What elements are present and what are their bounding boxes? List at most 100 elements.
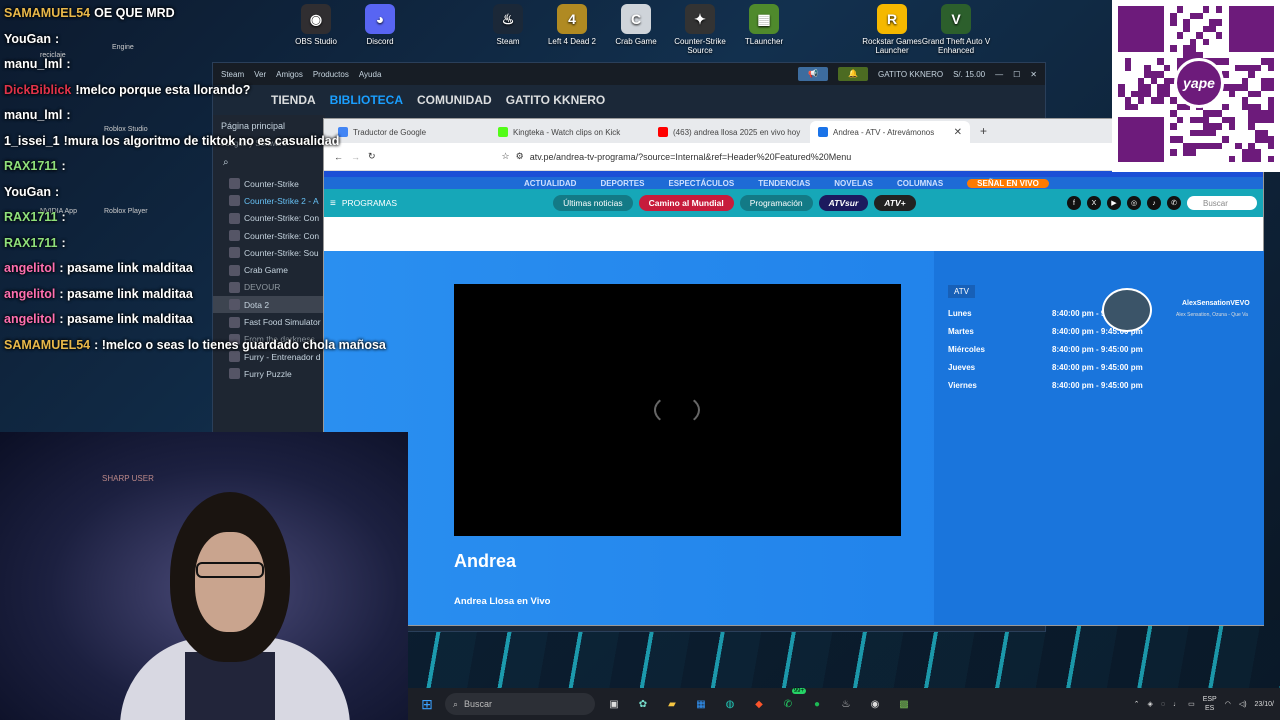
bookmark-icon[interactable]: ☆ bbox=[502, 151, 510, 162]
desktop-small-label[interactable]: Roblox Studio bbox=[104, 126, 148, 133]
steam-menu-productos[interactable]: Productos bbox=[313, 70, 349, 79]
programs-link[interactable]: PROGRAMAS bbox=[342, 198, 397, 208]
browser-tab[interactable]: Traductor de Google bbox=[330, 121, 490, 143]
browser-tab[interactable]: Kingteka - Watch clips on Kick bbox=[490, 121, 650, 143]
minimize-icon[interactable]: — bbox=[995, 70, 1003, 79]
library-game-item[interactable]: Fast Food Simulator bbox=[213, 313, 325, 330]
edge-icon[interactable]: ◍ bbox=[720, 694, 740, 714]
taskbar-search[interactable]: ⌕ Buscar bbox=[445, 693, 595, 715]
desktop-icon-discord[interactable]: ◕ Discord bbox=[344, 0, 416, 46]
pill-programacion[interactable]: Programación bbox=[739, 195, 813, 211]
desktop-icon-steam[interactable]: ♨ Steam bbox=[472, 0, 544, 46]
volume-icon[interactable]: ◁) bbox=[1239, 700, 1247, 708]
facebook-icon[interactable]: f bbox=[1067, 196, 1081, 210]
chat-text: : bbox=[66, 108, 71, 122]
desktop-icon-rockstar[interactable]: R Rockstar Games Launcher bbox=[856, 0, 928, 55]
library-game-item[interactable]: Counter-Strike: Con bbox=[213, 227, 325, 244]
tray-display-icon[interactable]: ▭ bbox=[1188, 700, 1195, 708]
whatsapp-taskbar-icon[interactable]: ✆ 99+ bbox=[778, 688, 806, 714]
steam-menu-ayuda[interactable]: Ayuda bbox=[359, 70, 382, 79]
library-game-item[interactable]: Counter-Strike 2 - A bbox=[213, 192, 325, 209]
x-icon[interactable]: X bbox=[1087, 196, 1101, 210]
desktop-icon-crabgame[interactable]: C Crab Game bbox=[600, 0, 672, 46]
library-game-item[interactable]: Counter-Strike: Con bbox=[213, 210, 325, 227]
site-nav-item[interactable]: ACTUALIDAD bbox=[524, 179, 576, 188]
site-nav-item[interactable]: TENDENCIAS bbox=[758, 179, 810, 188]
desktop-icon-tlauncher[interactable]: ▦ TLauncher bbox=[728, 0, 800, 46]
store-icon[interactable]: ▦ bbox=[691, 694, 711, 714]
tray-app-icon[interactable]: ◈ bbox=[1148, 700, 1153, 708]
yape-qr-code: yape bbox=[1112, 0, 1280, 172]
nav-comunidad[interactable]: COMUNIDAD bbox=[417, 93, 492, 107]
notifications-icon[interactable]: 🔔 bbox=[838, 67, 869, 81]
site-search-input[interactable]: Buscar bbox=[1187, 196, 1257, 210]
site-nav-item[interactable]: DEPORTES bbox=[600, 179, 644, 188]
desktop-icon-obs[interactable]: ◉ OBS Studio bbox=[280, 0, 352, 46]
library-game-item[interactable]: Crab Game bbox=[213, 261, 325, 278]
nav-tienda[interactable]: TIENDA bbox=[271, 93, 316, 107]
tab-close-icon[interactable]: ✕ bbox=[954, 127, 962, 138]
desktop-icon-css[interactable]: ✦ Counter-Strike Source bbox=[664, 0, 736, 55]
youtube-icon[interactable]: ▶ bbox=[1107, 196, 1121, 210]
rockstar-icon: R bbox=[877, 4, 907, 34]
site-nav-item[interactable]: ESPECTÁCULOS bbox=[668, 179, 734, 188]
l4d2-icon: 4 bbox=[557, 4, 587, 34]
url-text[interactable]: atv.pe/andrea-tv-programa/?source=Intern… bbox=[530, 152, 852, 162]
steam-user-name[interactable]: GATITO KKNERO bbox=[878, 70, 943, 79]
browser-tab[interactable]: (463) andrea llosa 2025 en vivo hoy bbox=[650, 121, 810, 143]
address-field[interactable]: ☆ ⚙ atv.pe/andrea-tv-programa/?source=In… bbox=[493, 146, 1206, 167]
desktop-small-label[interactable]: Engine bbox=[112, 44, 134, 51]
steam-menu-steam[interactable]: Steam bbox=[221, 70, 244, 79]
task-view-icon[interactable]: ▣ bbox=[604, 694, 624, 714]
nav-biblioteca[interactable]: BIBLIOTECA bbox=[330, 93, 403, 107]
steam-taskbar-icon[interactable]: ♨ bbox=[836, 694, 856, 714]
minecraft-taskbar-icon[interactable]: ▩ bbox=[894, 694, 914, 714]
browser-tab[interactable]: Andrea - ATV - Atrevámonos ✕ bbox=[810, 121, 970, 143]
spotify-icon[interactable]: ● bbox=[807, 694, 827, 714]
whatsapp-icon[interactable]: ✆ bbox=[1167, 196, 1181, 210]
browser-window: Traductor de Google Kingteka - Watch clip… bbox=[323, 118, 1264, 626]
site-nav-item[interactable]: NOVELAS bbox=[834, 179, 873, 188]
announcements-icon[interactable]: 📢 bbox=[798, 67, 829, 81]
clock-date[interactable]: 23/10/ bbox=[1255, 701, 1274, 708]
menu-icon[interactable]: ≡ bbox=[330, 198, 336, 209]
instagram-icon[interactable]: ◎ bbox=[1127, 196, 1141, 210]
language-indicator[interactable]: ESP ES bbox=[1203, 695, 1217, 713]
desktop-icon-gta[interactable]: V Grand Theft Auto V Enhanced bbox=[920, 0, 992, 55]
desktop-icon-l4d2[interactable]: 4 Left 4 Dead 2 bbox=[536, 0, 608, 46]
library-search-icon[interactable]: ⌕ bbox=[213, 151, 325, 175]
steam-menu-amigos[interactable]: Amigos bbox=[276, 70, 303, 79]
obs-taskbar-icon[interactable]: ◉ bbox=[865, 694, 885, 714]
close-icon[interactable]: ✕ bbox=[1030, 70, 1037, 79]
tray-mic-icon[interactable]: ♩ bbox=[1173, 701, 1180, 708]
wifi-icon[interactable]: ◠ bbox=[1225, 700, 1231, 708]
pill-atv-sur[interactable]: ATVsur bbox=[818, 195, 869, 211]
tray-chevron-icon[interactable]: ⌃ bbox=[1134, 700, 1140, 708]
library-game-item[interactable]: DEVOUR bbox=[213, 279, 325, 296]
desktop-small-label[interactable]: Roblox Player bbox=[104, 208, 148, 215]
reload-icon[interactable]: ↻ bbox=[368, 151, 376, 162]
tray-network-icon[interactable]: ◌ bbox=[1161, 701, 1165, 708]
tiktok-icon[interactable]: ♪ bbox=[1147, 196, 1161, 210]
video-player[interactable] bbox=[454, 284, 901, 536]
pill-ultimas-noticias[interactable]: Últimas noticias bbox=[553, 195, 633, 211]
windows-start-icon[interactable]: ⊞ bbox=[417, 694, 437, 714]
library-game-item[interactable]: Dota 2 bbox=[213, 296, 325, 314]
pill-atv-plus[interactable]: ATV+ bbox=[874, 195, 916, 211]
maximize-icon[interactable]: ☐ bbox=[1013, 70, 1020, 79]
library-game-item[interactable]: Furry Puzzle bbox=[213, 365, 325, 382]
site-info-icon[interactable]: ⚙ bbox=[516, 151, 524, 162]
nav-profile[interactable]: GATITO KKNERO bbox=[506, 93, 606, 107]
back-icon[interactable]: ← bbox=[334, 152, 343, 162]
new-tab-icon[interactable]: + bbox=[970, 124, 997, 143]
forward-icon[interactable]: → bbox=[351, 152, 360, 162]
copilot-icon[interactable]: ✿ bbox=[633, 694, 653, 714]
steam-menu-ver[interactable]: Ver bbox=[254, 70, 266, 79]
file-explorer-icon[interactable]: ▰ bbox=[662, 694, 682, 714]
library-game-item[interactable]: Counter-Strike: Sou bbox=[213, 244, 325, 261]
site-nav-item[interactable]: COLUMNAS bbox=[897, 179, 943, 188]
live-signal-button[interactable]: SEÑAL EN VIVO bbox=[967, 178, 1049, 188]
library-game-item[interactable]: Counter-Strike bbox=[213, 175, 325, 192]
brave-icon[interactable]: ◆ bbox=[749, 694, 769, 714]
pill-camino-mundial[interactable]: Camino al Mundial bbox=[638, 195, 734, 211]
